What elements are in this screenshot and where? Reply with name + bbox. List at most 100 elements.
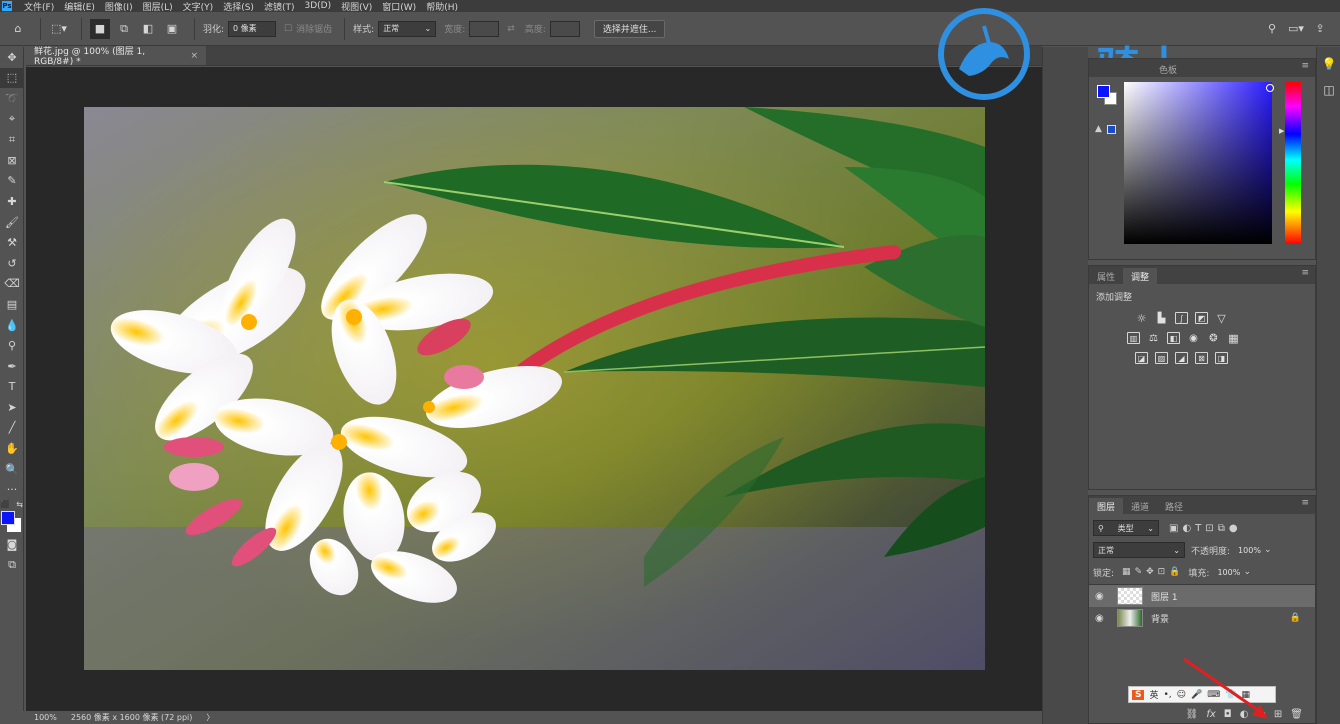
tab-adjustments[interactable]: 调整 [1123,268,1158,284]
tab-swatches[interactable]: 色板 [1151,61,1185,77]
share-icon[interactable]: ⇪ [1310,19,1330,39]
document-image[interactable] [84,107,985,670]
lasso-icon[interactable]: ➰ [0,88,24,109]
type-icon[interactable]: T [0,377,24,398]
more-tools-icon[interactable]: ··· [0,479,24,500]
menu-view[interactable]: 视图(V) [341,0,372,13]
height-input[interactable] [549,20,580,37]
color-balance-icon[interactable]: ⚖ [1147,332,1160,344]
web-safe-color-chip[interactable] [1107,125,1116,134]
photo-filter-icon[interactable]: ◉ [1187,332,1200,344]
color-swatches[interactable]: ⬛ ⇆ [0,500,24,534]
hue-slider[interactable] [1285,82,1301,244]
menu-image[interactable]: 图像(I) [105,0,133,13]
panel-menu-icon[interactable]: ≡ [1301,268,1309,278]
history-brush-icon[interactable]: ↺ [0,253,24,274]
chevron-down-icon[interactable]: ⌄ [1264,545,1272,555]
brush-icon[interactable]: 🖌 [0,212,24,233]
hand-icon[interactable]: ✋ [0,438,24,459]
lightbulb-icon[interactable]: 💡 [1317,51,1340,77]
channel-mixer-icon[interactable]: ❂ [1207,332,1220,344]
lock-all-icon[interactable]: 🔒 [1169,567,1180,577]
filter-adjustment-icon[interactable]: ◐ [1182,523,1191,534]
trash-icon[interactable]: 🗑 [1290,709,1303,720]
home-icon[interactable]: ⌂ [8,19,28,39]
menu-window[interactable]: 窗口(W) [382,0,416,13]
intersect-selection-icon[interactable]: ▣ [162,19,182,39]
dodge-icon[interactable]: ⚲ [0,335,24,356]
default-colors-icon[interactable]: ⬛ [0,500,10,509]
exposure-icon[interactable]: ◩ [1195,312,1208,324]
vibrance-icon[interactable]: ▽ [1215,312,1228,325]
quick-mask-icon[interactable]: ◙ [0,534,24,555]
layer-row[interactable]: ◉ 背景 🔒 [1089,607,1315,629]
line-icon[interactable]: ╱ [0,418,24,439]
select-and-mask-button[interactable]: 选择并遮住... [593,19,666,38]
screen-mode-icon[interactable]: ⧉ [0,555,24,576]
swap-colors-icon[interactable]: ⇆ [16,500,23,509]
hue-slider-handle[interactable]: ▶ [1279,127,1284,135]
lock-position-icon[interactable]: ✥ [1146,567,1154,577]
blend-mode-select[interactable]: 正常 ⌄ [1093,542,1185,558]
color-picker-marker[interactable] [1266,84,1274,92]
subtract-selection-icon[interactable]: ◧ [138,19,158,39]
new-selection-icon[interactable]: ■ [90,18,110,39]
foreground-color-chip[interactable] [1097,85,1110,98]
lock-image-icon[interactable]: ✎ [1135,567,1143,577]
tab-properties[interactable]: 属性 [1089,268,1123,284]
filter-shape-icon[interactable]: ⊡ [1205,523,1213,534]
close-icon[interactable]: × [190,51,198,61]
new-layer-icon[interactable]: ⊞ [1274,709,1282,720]
object-select-icon[interactable]: ⌖ [0,109,24,130]
posterize-icon[interactable]: ▨ [1155,352,1168,364]
layer-name[interactable]: 背景 [1151,612,1169,625]
crop-icon[interactable]: ⌗ [0,129,24,150]
menu-layer[interactable]: 图层(L) [143,0,173,13]
blur-icon[interactable]: 💧 [0,315,24,336]
status-menu-arrow[interactable]: 〉 [206,712,214,723]
filter-pixel-icon[interactable]: ▣ [1169,523,1178,534]
search-icon[interactable]: ⚲ [1262,19,1282,39]
foreground-color-swatch[interactable] [1,511,15,526]
chevron-down-icon[interactable]: ⌄ [1243,567,1251,577]
filter-smart-object-icon[interactable]: ⧉ [1218,523,1225,534]
tab-paths[interactable]: 路径 [1157,498,1191,514]
menu-type[interactable]: 文字(Y) [183,0,214,13]
filter-type-icon[interactable]: T [1195,523,1201,534]
opacity-input[interactable]: 100% [1234,542,1263,558]
punctuation-icon[interactable]: •, [1164,690,1172,700]
zoom-icon[interactable]: 🔍 [0,459,24,480]
swap-dimensions-icon[interactable]: ⇄ [507,24,515,34]
color-lookup-icon[interactable]: ▦ [1227,332,1240,345]
pen-icon[interactable]: ✒ [0,356,24,377]
tab-layers[interactable]: 图层 [1089,498,1124,514]
path-select-icon[interactable]: ➤ [0,397,24,418]
antialias-checkbox[interactable]: ☐ [284,24,292,34]
style-select[interactable]: 正常 ⌄ [378,20,437,37]
curves-icon[interactable]: ∫ [1175,312,1188,324]
layer-name[interactable]: 图层 1 [1151,590,1178,603]
threshold-icon[interactable]: ◢ [1175,352,1188,364]
color-picker-field[interactable] [1124,82,1272,244]
move-tool-icon[interactable]: ✥ [0,47,24,68]
marquee-tool-preset-icon[interactable]: ⬚▾ [49,19,69,39]
eyedropper-icon[interactable]: ✎ [0,171,24,192]
ime-language[interactable]: 英 [1149,688,1158,701]
healing-brush-icon[interactable]: ✚ [0,191,24,212]
eraser-icon[interactable]: ⌫ [0,274,24,295]
eye-icon[interactable]: ◉ [1095,591,1109,602]
libraries-icon[interactable]: ◫ [1317,77,1340,103]
layer-row[interactable]: ◉ 图层 1 [1089,585,1315,607]
fill-input[interactable]: 100% [1213,564,1242,580]
menu-edit[interactable]: 编辑(E) [64,0,95,13]
document-tab[interactable]: 鲜花.jpg @ 100% (图层 1, RGB/8#) * × [26,46,206,67]
lock-transparent-icon[interactable]: ▦ [1122,567,1131,577]
eye-icon[interactable]: ◉ [1095,613,1109,624]
add-selection-icon[interactable]: ⧉ [114,19,134,39]
menu-3d[interactable]: 3D(D) [304,1,331,11]
width-input[interactable] [469,20,500,37]
clone-stamp-icon[interactable]: ⚒ [0,232,24,253]
panel-menu-icon[interactable]: ≡ [1301,498,1309,508]
hue-saturation-icon[interactable]: ▥ [1127,332,1140,344]
panel-menu-icon[interactable]: ≡ [1301,61,1309,71]
